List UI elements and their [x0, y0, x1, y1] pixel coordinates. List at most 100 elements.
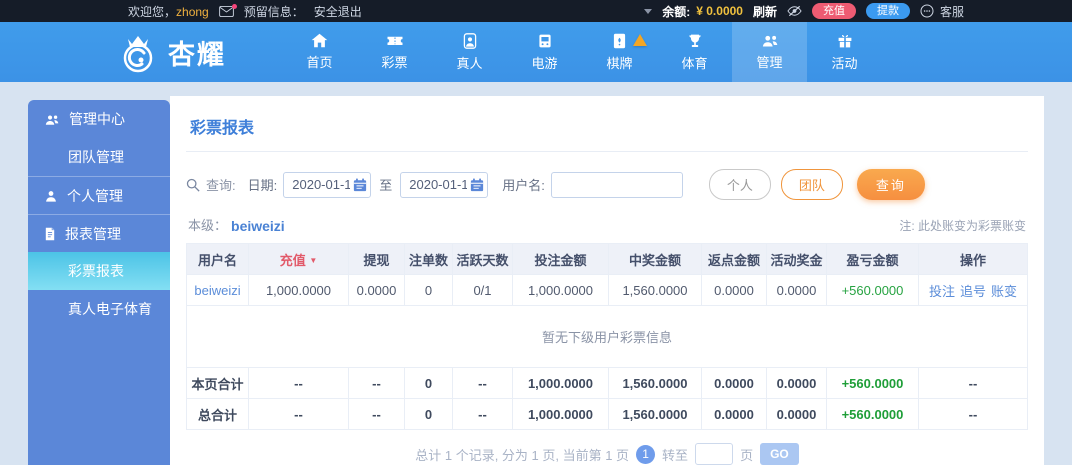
- row-bet-amount: 1,000.0000: [512, 274, 609, 306]
- mail-notification-dot: [231, 3, 237, 9]
- live-person-icon: [462, 32, 478, 49]
- go-button[interactable]: GO: [760, 443, 799, 465]
- balance-label: 余额:: [662, 4, 691, 19]
- goto-label: 转至: [662, 447, 689, 463]
- nav-item-manage[interactable]: 管理: [732, 22, 807, 82]
- chevron-down-icon[interactable]: [644, 8, 653, 14]
- personal-filter-button[interactable]: 个人: [708, 169, 771, 200]
- brand-logo[interactable]: 杏耀: [116, 22, 226, 82]
- board-game-tile-icon: [613, 33, 626, 49]
- deposit-button[interactable]: 充值: [811, 3, 856, 19]
- nav-item-live[interactable]: 真人: [432, 22, 507, 82]
- team-icon: [44, 113, 60, 126]
- eye-hidden-icon[interactable]: [787, 5, 802, 17]
- page-unit-label: 页: [740, 447, 754, 463]
- pagination-summary: 总计 1 个记录, 分为 1 页, 当前第 1 页: [415, 447, 630, 463]
- col-bet-count: 注单数: [404, 243, 453, 275]
- account-change-note: 注: 此处账变为彩票账变: [899, 219, 1026, 233]
- logout-link[interactable]: 安全退出: [314, 3, 362, 20]
- row-username-link[interactable]: beiweizi: [186, 274, 249, 306]
- main-panel: 彩票报表 查询: 日期: 至 用户名: 个人 团队 查询 本级： beiweiz…: [170, 96, 1044, 465]
- customer-service-label[interactable]: 客服: [940, 3, 964, 20]
- refresh-button[interactable]: 刷新: [753, 3, 777, 20]
- welcome-text: 欢迎您，zhong: [128, 4, 209, 19]
- date-from-input[interactable]: [283, 171, 372, 198]
- empty-row: 暂无下级用户彩票信息: [186, 305, 1028, 368]
- sidebar-item-report-manage[interactable]: 报表管理: [28, 214, 170, 252]
- col-deposit-sortable[interactable]: 充值 ▼: [248, 243, 349, 275]
- mail-icon[interactable]: [218, 3, 237, 17]
- row-actions: 投注 追号 账变: [918, 274, 1028, 306]
- col-username: 用户名: [186, 243, 249, 275]
- date-to-field: [400, 171, 489, 198]
- pagination: 总计 1 个记录, 分为 1 页, 当前第 1 页 1 转至 页 GO: [186, 443, 1028, 465]
- bet-detail-link[interactable]: 投注: [929, 281, 955, 300]
- withdraw-button[interactable]: 提款: [865, 3, 910, 19]
- main-nav-bar: 杏耀 首页 彩票 真人 电游 棋牌 体育 管理 活动: [0, 22, 1072, 82]
- row-activity-bonus: 0.0000: [766, 274, 827, 306]
- level-username-link[interactable]: beiweizi: [231, 218, 285, 234]
- search-icon: [186, 178, 200, 192]
- sidebar-item-personal-manage[interactable]: 个人管理: [28, 176, 170, 214]
- col-bet-amount: 投注金额: [512, 243, 609, 275]
- sports-trophy-icon: [687, 33, 703, 49]
- brand-logo-icon: [116, 29, 160, 75]
- top-bar: 欢迎您，zhong 预留信息： 安全退出 余额: ¥ 0.0000 刷新 充值 …: [0, 0, 1072, 22]
- username-label: 用户名:: [502, 178, 545, 193]
- grand-total-label: 总合计: [186, 398, 249, 430]
- date-label: 日期:: [247, 178, 278, 193]
- date-to-label: 至: [379, 178, 393, 193]
- workspace: 管理中心 团队管理 个人管理 报表管理 彩票报表 真人电子体育 彩票报表 查询:…: [0, 82, 1072, 465]
- table-row: beiweizi 1,000.0000 0.0000 0 0/1 1,000.0…: [186, 274, 1028, 306]
- current-page-button[interactable]: 1: [636, 444, 656, 464]
- customer-service-icon[interactable]: [920, 4, 934, 18]
- nav-item-boardgame[interactable]: 棋牌: [582, 22, 657, 82]
- col-activity-bonus: 活动奖金: [766, 243, 827, 275]
- activity-gift-icon: [837, 33, 853, 49]
- col-active-days: 活跃天数: [452, 243, 513, 275]
- account-change-link[interactable]: 账变: [991, 281, 1017, 300]
- sidebar: 管理中心 团队管理 个人管理 报表管理 彩票报表 真人电子体育: [28, 100, 170, 465]
- report-table: 用户名 充值 ▼ 提现 注单数 活跃天数 投注金额 中奖金额 返点金额 活动奖金…: [186, 243, 1028, 430]
- username-input[interactable]: [550, 171, 683, 198]
- team-filter-button[interactable]: 团队: [780, 169, 843, 200]
- balance-value: ¥ 0.0000: [696, 4, 743, 18]
- page-title: 彩票报表: [186, 106, 1028, 152]
- search-button[interactable]: 查询: [856, 169, 925, 200]
- goto-page-input[interactable]: [695, 443, 734, 465]
- person-icon: [44, 189, 58, 203]
- nav-menu: 首页 彩票 真人 电游 棋牌 体育 管理 活动: [282, 22, 882, 82]
- sidebar-item-team-manage[interactable]: 团队管理: [28, 138, 170, 176]
- reserved-info-label: 预留信息：: [243, 4, 304, 19]
- col-actions: 操作: [918, 243, 1028, 275]
- sidebar-item-live-egame-sports[interactable]: 真人电子体育: [28, 290, 170, 328]
- sidebar-item-lottery-report[interactable]: 彩票报表: [28, 252, 170, 290]
- row-deposit: 1,000.0000: [248, 274, 349, 306]
- hot-badge-icon: [633, 34, 647, 46]
- row-win-amount: 1,560.0000: [608, 274, 702, 306]
- report-document-icon: [44, 227, 56, 241]
- level-row: 本级： beiweizi 注: 此处账变为彩票账变: [188, 215, 1026, 234]
- username-text: zhong: [176, 4, 209, 19]
- nav-item-lottery[interactable]: 彩票: [357, 22, 432, 82]
- search-form: 查询: 日期: 至 用户名: 个人 团队 查询: [186, 169, 1028, 200]
- row-active-days: 0/1: [452, 274, 513, 306]
- nav-item-home[interactable]: 首页: [282, 22, 357, 82]
- empty-message: 暂无下级用户彩票信息: [186, 305, 1028, 368]
- col-win-amount: 中奖金额: [608, 243, 702, 275]
- date-from-field: [283, 171, 372, 198]
- egame-machine-icon: [537, 33, 553, 49]
- date-to-input[interactable]: [400, 171, 489, 198]
- page-total-row: 本页合计 -- -- 0 -- 1,000.0000 1,560.0000 0.…: [186, 367, 1028, 399]
- nav-item-sports[interactable]: 体育: [657, 22, 732, 82]
- chase-number-link[interactable]: 追号: [960, 281, 986, 300]
- grand-total-row: 总合计 -- -- 0 -- 1,000.0000 1,560.0000 0.0…: [186, 398, 1028, 430]
- nav-item-egame[interactable]: 电游: [507, 22, 582, 82]
- row-withdraw: 0.0000: [348, 274, 405, 306]
- row-rebate-amount: 0.0000: [701, 274, 767, 306]
- sidebar-item-manage-center[interactable]: 管理中心: [28, 100, 170, 138]
- home-icon: [311, 33, 328, 48]
- table-header-row: 用户名 充值 ▼ 提现 注单数 活跃天数 投注金额 中奖金额 返点金额 活动奖金…: [186, 243, 1028, 275]
- brand-name: 杏耀: [168, 39, 226, 70]
- nav-item-activity[interactable]: 活动: [807, 22, 882, 82]
